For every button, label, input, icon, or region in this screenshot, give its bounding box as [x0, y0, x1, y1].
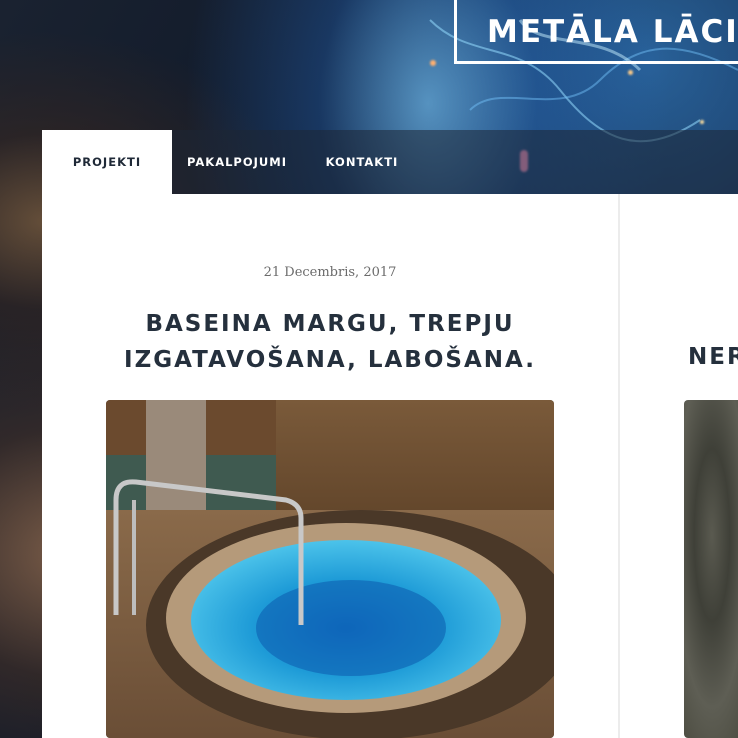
post-image-pool[interactable] — [106, 400, 554, 738]
post-card-partial: NER — [620, 194, 738, 738]
nav-item-pakalpojumi[interactable]: PAKALPOJUMI — [172, 130, 302, 194]
site-logo-text: METĀLA LĀCIS — [487, 14, 738, 50]
pool-illustration — [106, 400, 554, 738]
post-title-partial[interactable]: NER — [688, 344, 738, 370]
post-date: 21 Decembris, 2017 — [263, 265, 397, 280]
post-title-line: BASEINA MARGU, TREPJU — [145, 311, 515, 337]
post-title-line: IZGATAVOŠANA, LABOŠANA. — [124, 347, 536, 373]
post-title[interactable]: BASEINA MARGU, TREPJU IZGATAVOŠANA, LABO… — [42, 306, 618, 378]
nav-item-projekti[interactable]: PROJEKTI — [42, 130, 172, 194]
post-card: 21 Decembris, 2017 BASEINA MARGU, TREPJU… — [42, 194, 618, 738]
nav-item-kontakti[interactable]: KONTAKTI — [302, 130, 422, 194]
main-nav: PROJEKTI PAKALPOJUMI KONTAKTI — [42, 130, 738, 194]
site-logo[interactable]: METĀLA LĀCIS — [454, 0, 738, 64]
post-image-partial[interactable] — [684, 400, 738, 738]
